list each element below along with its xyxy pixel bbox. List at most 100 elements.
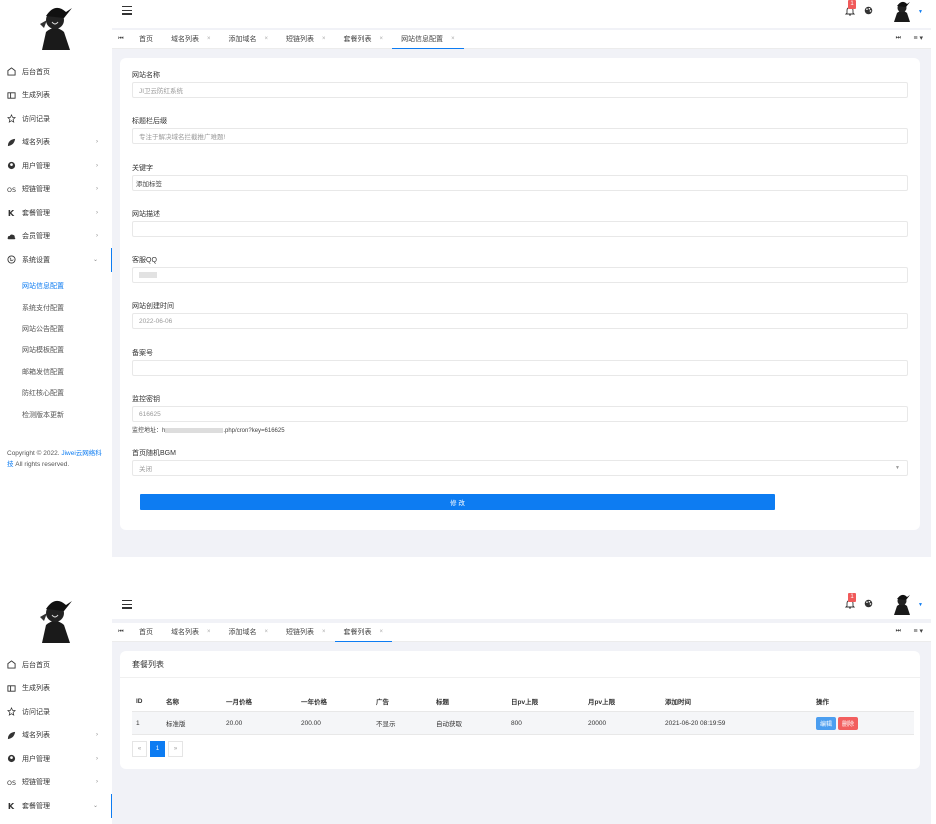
monitor-url-note: 监控地址：h .php/cron?key=616625 [132, 425, 285, 434]
tab-scroll-left-icon[interactable]: ⏮ [112, 629, 130, 636]
avatar[interactable] [32, 595, 78, 643]
k-icon: K [7, 801, 16, 810]
sidebar-item[interactable]: 会员管理 › [0, 225, 112, 249]
tab-label: 域名列表 [171, 36, 199, 43]
edit-button[interactable]: 编辑 [816, 716, 837, 730]
submit-button[interactable]: 修 改 [140, 494, 775, 510]
pager-prev[interactable]: « [132, 741, 147, 757]
sidebar-item-label: 域名列表 [22, 732, 50, 740]
tab-label: 网站信息配置 [401, 36, 444, 43]
tab[interactable]: 添加域名 × [220, 623, 278, 641]
sidebar-item[interactable]: K 套餐管理 ⌄ [0, 794, 113, 818]
sidebar-item[interactable]: 生成列表 [0, 84, 112, 108]
sidebar-item[interactable]: 用户管理 › [0, 154, 112, 178]
sidebar-item[interactable]: 访问记录 [0, 700, 112, 724]
tab[interactable]: 添加域名 × [220, 30, 278, 48]
tab-label: 首页 [139, 629, 153, 636]
palette-icon[interactable] [864, 6, 873, 15]
user-avatar[interactable] [891, 593, 913, 615]
monitor-key-input[interactable]: 616625 [132, 406, 908, 422]
qq-input[interactable] [132, 267, 908, 283]
keywords-tag-input[interactable]: 添加标签 [132, 175, 908, 191]
user-avatar[interactable] [891, 0, 913, 22]
tab-label: 首页 [139, 36, 153, 43]
sidebar-item[interactable]: K 套餐管理 › [0, 201, 112, 225]
close-icon[interactable]: × [322, 629, 326, 635]
tab[interactable]: 短链列表 × [277, 623, 335, 641]
pager-page-1[interactable]: 1 [150, 741, 165, 757]
tab-scroll-right-icon[interactable]: ⏭ [896, 628, 901, 635]
close-icon[interactable]: × [207, 629, 211, 635]
list-icon [7, 684, 16, 693]
sidebar-item[interactable]: 系统设置 ⌄ [0, 248, 113, 272]
tab-menu-icon[interactable]: ≡ ▾ [913, 627, 923, 635]
tab[interactable]: 首页 [130, 30, 162, 48]
menu-toggle-icon[interactable] [122, 600, 132, 609]
close-icon[interactable]: × [265, 629, 269, 635]
tab[interactable]: 首页 [130, 623, 162, 641]
delete-button[interactable]: 删除 [838, 716, 859, 730]
sidebar-subitem[interactable]: 系统支付配置 [0, 297, 112, 318]
sidebar-item[interactable]: 生成列表 [0, 677, 112, 701]
sidebar-item-label: 访问记录 [22, 708, 50, 716]
sidebar-item-label: 系统设置 [22, 256, 50, 264]
created-date-input[interactable]: 2022-06-06 [132, 313, 908, 329]
sidebar-subitem[interactable]: 网站信息配置 [0, 276, 112, 297]
tab[interactable]: 套餐列表 × [335, 30, 393, 48]
column-header: 月pv上限 [588, 699, 616, 706]
sidebar-subitem[interactable]: 邮箱发信配置 [0, 361, 112, 382]
settings-form: 网站名称 JI卫云防红系统 标题栏后缀 专注于解决域名拦截推广难题! 关键字 添… [120, 58, 920, 530]
sidebar-item[interactable]: 后台首页 [0, 60, 112, 84]
column-header: 名称 [166, 699, 179, 706]
site-name-label: 网站名称 [132, 72, 160, 79]
tab[interactable]: 短链列表 × [277, 30, 335, 48]
close-icon[interactable]: × [322, 36, 326, 42]
close-icon[interactable]: × [451, 36, 455, 42]
sidebar-subitem[interactable]: 防红核心配置 [0, 382, 112, 403]
tab-label: 短链列表 [286, 629, 315, 636]
site-name-input[interactable]: JI卫云防红系统 [132, 82, 908, 98]
tab-scroll-left-icon[interactable]: ⏮ [112, 36, 130, 43]
subtitle-label: 标题栏后缀 [132, 118, 167, 125]
icp-input[interactable] [132, 360, 908, 376]
description-input[interactable] [132, 221, 908, 237]
sidebar-subitem[interactable]: 网站模板配置 [0, 340, 112, 361]
icp-label: 备案号 [132, 350, 153, 357]
pager-next[interactable]: » [168, 741, 183, 757]
avatar[interactable] [32, 2, 78, 50]
sidebar-item[interactable]: OS 短链管理 › [0, 178, 112, 202]
sidebar-item[interactable]: 访问记录 [0, 107, 112, 131]
user-dropdown-icon[interactable]: ▼ [918, 9, 923, 15]
bgm-select[interactable]: 关闭 ▼ [132, 460, 908, 476]
sidebar-subitem[interactable]: 检测版本更新 [0, 404, 112, 425]
tab-scroll-right-icon[interactable]: ⏭ [896, 35, 901, 42]
tab[interactable]: 网站信息配置 × [392, 30, 464, 49]
sidebar-item[interactable]: 后台首页 [0, 653, 112, 677]
palette-icon[interactable] [864, 599, 873, 608]
tab[interactable]: 域名列表 × [162, 30, 220, 48]
record-icon [7, 114, 16, 124]
close-icon[interactable]: × [207, 36, 211, 42]
tab-menu-icon[interactable]: ≡ ▾ [913, 34, 923, 42]
close-icon[interactable]: × [265, 36, 269, 42]
tab[interactable]: 域名列表 × [162, 623, 220, 641]
tab[interactable]: 套餐列表 × [334, 623, 393, 642]
package-table: ID 名称 一月价格 一年价格 广告 标题 日pv上限 月pv上限 添加时间 操作 1 标准版 20.… [132, 691, 914, 735]
select-caret-icon: ▼ [895, 465, 900, 471]
sidebar-item[interactable]: 域名列表 › [0, 131, 112, 155]
sidebar-item-label: 短链管理 [22, 779, 50, 787]
subtitle-input[interactable]: 专注于解决域名拦截推广难题! [132, 128, 908, 144]
qq-label: 客服QQ [132, 257, 157, 264]
sidebar-item[interactable]: 域名列表 › [0, 724, 112, 748]
sidebar-subitem[interactable]: 网站公告配置 [0, 318, 112, 339]
table-cell: 2021-06-20 08:19:59 [664, 711, 815, 735]
user-icon [7, 754, 16, 763]
close-icon[interactable]: × [380, 36, 384, 42]
close-icon[interactable]: × [380, 629, 384, 635]
menu-toggle-icon[interactable] [122, 6, 132, 15]
svg-text:K: K [8, 208, 15, 217]
sidebar-item[interactable]: 用户管理 › [0, 747, 112, 771]
sidebar-item[interactable]: OS 短链管理 › [0, 771, 112, 795]
column-header: 广告 [376, 699, 389, 706]
user-dropdown-icon[interactable]: ▼ [918, 602, 923, 608]
